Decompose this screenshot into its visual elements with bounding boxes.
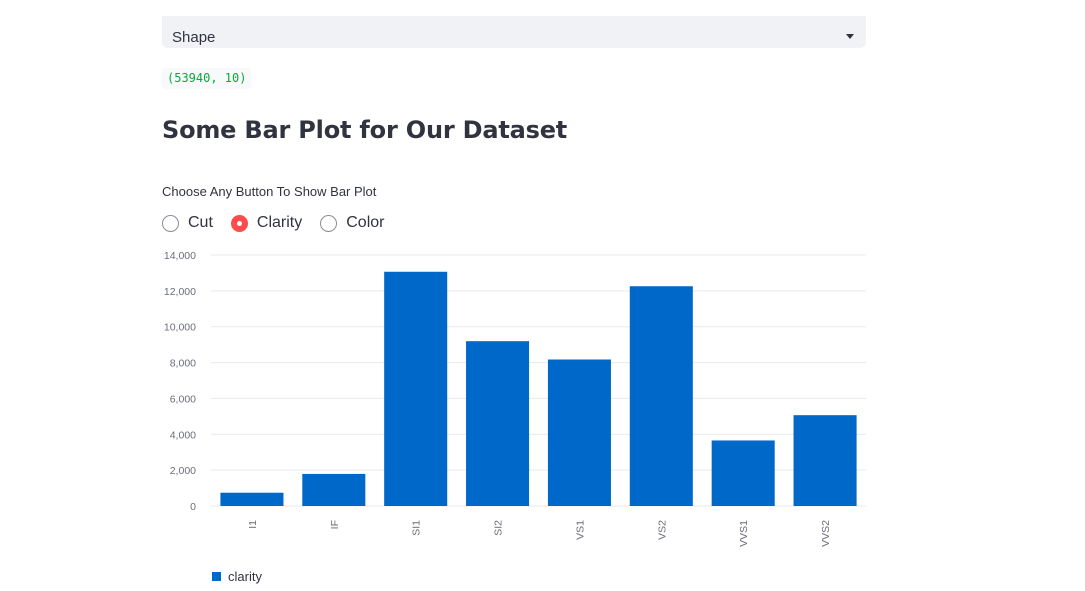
bar-vs2[interactable] [629,286,693,506]
radio-group-label: Choose Any Button To Show Bar Plot [162,184,377,199]
x-tick-label: SI2 [493,520,505,536]
select-value: Shape [172,28,216,46]
x-tick-label: VS1 [574,520,586,540]
radio-group: Cut Clarity Color [162,214,402,232]
legend-label: clarity [228,569,262,584]
radio-option-color[interactable]: Color [320,214,384,232]
radio-circle-selected-icon[interactable] [230,214,248,232]
x-tick-label: VS2 [656,520,668,540]
y-tick-label: 6,000 [170,393,196,405]
legend-swatch [212,572,221,581]
x-tick-label: VVS2 [820,520,832,547]
chart-legend[interactable]: clarity [212,569,262,584]
x-tick-label: SI1 [411,520,423,536]
section-heading: Some Bar Plot for Our Dataset [162,116,568,144]
y-tick-label: 0 [190,501,196,513]
bar-if[interactable] [302,473,366,506]
chevron-down-icon [846,33,854,39]
column-select[interactable]: Shape [162,16,866,48]
radio-option-label: Color [346,214,385,231]
radio-option-cut[interactable]: Cut [162,214,213,232]
y-tick-label: 2,000 [170,465,196,477]
radio-circle-icon[interactable] [320,214,338,232]
bar-vvs2[interactable] [793,415,857,506]
y-tick-label: 8,000 [170,358,196,370]
y-tick-label: 14,000 [164,250,196,262]
bar-i1[interactable] [220,492,284,506]
bar-vs1[interactable] [547,359,611,506]
bar-si1[interactable] [384,271,448,506]
bar-chart: 0 2,000 4,000 6,000 8,000 10,000 12,000 14,000 I… [164,250,866,547]
x-tick-label: VVS1 [738,520,750,547]
radio-circle-icon[interactable] [162,214,179,232]
radio-option-clarity[interactable]: Clarity [230,214,303,232]
x-tick-label: I1 [247,520,259,529]
bar-si2[interactable] [466,341,530,506]
radio-option-label: Cut [188,214,213,231]
shape-output: (53940, 10) [162,68,252,89]
x-tick-label: IF [329,520,341,529]
bar-vvs1[interactable] [711,440,775,506]
y-tick-label: 10,000 [164,322,196,334]
radio-option-label: Clarity [256,214,303,231]
y-tick-label: 4,000 [170,429,196,441]
y-tick-label: 12,000 [164,286,196,298]
